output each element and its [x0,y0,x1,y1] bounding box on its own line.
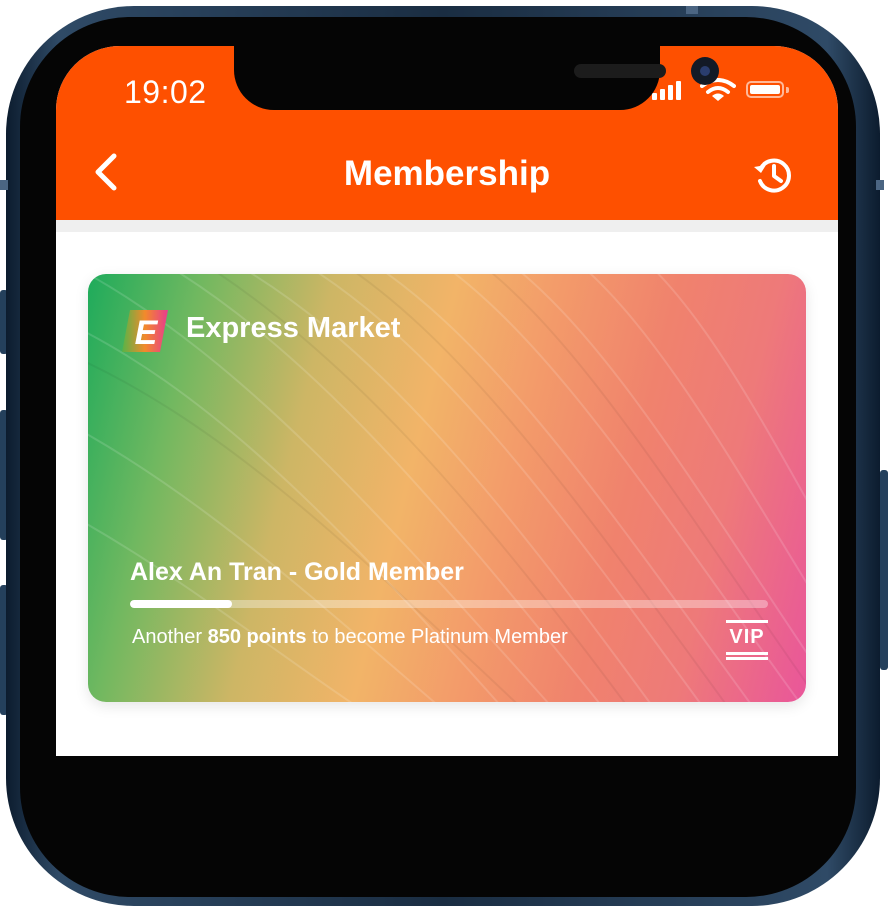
member-name-tier: Alex An Tran - Gold Member [130,558,464,586]
antenna-band [876,180,884,190]
page-title: Membership [343,154,551,193]
points-progress-bar [130,600,768,608]
brand-name: Express Market [186,312,401,344]
front-camera [691,57,719,85]
points-progress-fill [130,600,233,608]
earpiece-speaker [574,64,666,78]
svg-text:E: E [135,314,159,352]
battery-tip [786,87,789,93]
vip-badge-label: VIP [729,626,765,648]
power-button [880,470,888,670]
phone-screen: 19:02 Membership E Express Market Alex A… [56,46,838,756]
battery-icon [746,81,784,98]
status-icons [650,78,800,102]
points-remaining-text: Another 850 points to become Platinum Me… [132,626,568,648]
header-divider [56,220,838,232]
express-market-logo: E [122,310,168,352]
status-time: 19:02 [124,74,207,110]
antenna-band [686,6,698,14]
notch [234,46,719,110]
membership-card[interactable]: E Express Market Alex An Tran - Gold Mem… [88,274,806,702]
history-icon[interactable] [750,152,796,198]
antenna-band [0,180,8,190]
header-bar: 19:02 Membership [56,46,838,220]
vip-badge: VIP [726,620,768,660]
battery-level [750,85,780,94]
points-value: 850 points [207,626,307,648]
